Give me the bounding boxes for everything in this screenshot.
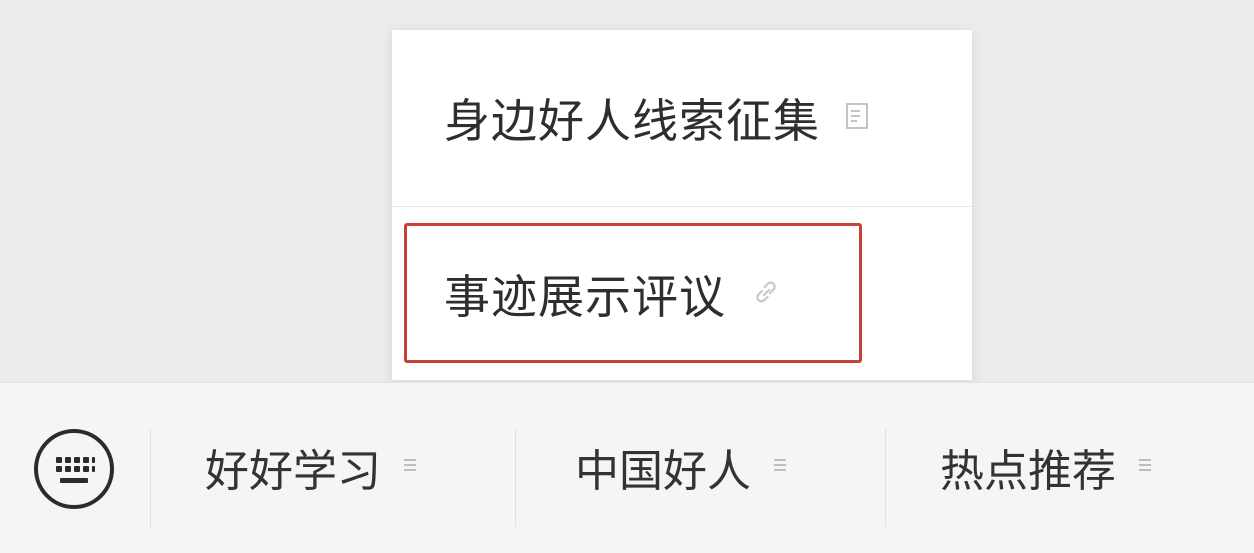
menu-button-label: 中国好人 [575,446,751,497]
submenu-item-label: 事迹展示评议 [444,269,726,324]
keyboard-icon [32,429,116,515]
bar-divider [150,429,151,527]
menu-lines-icon [773,457,787,477]
link-icon [752,278,780,310]
submenu-item-label: 身边好人线索征集 [444,94,820,148]
menu-lines-icon [403,457,417,477]
menu-button-good-people[interactable]: 中国好人 [575,419,787,515]
chat-screen: 身边好人线索征集 事迹展示评议 好好学习 中国好人 热点推荐 [0,0,1254,553]
submenu-popup: 身边好人线索征集 事迹展示评议 [392,30,972,380]
menu-button-label: 热点推荐 [940,446,1116,497]
menu-button-study[interactable]: 好好学习 [205,419,417,515]
menu-button-label: 好好学习 [205,446,381,497]
bottom-menu-bar: 好好学习 中国好人 热点推荐 [0,382,1254,553]
bar-divider [515,429,516,527]
submenu-item-deeds-review[interactable]: 事迹展示评议 [392,207,972,380]
document-icon [846,103,868,133]
bar-divider [885,429,886,527]
menu-lines-icon [1138,457,1152,477]
menu-button-hot-recommend[interactable]: 热点推荐 [940,419,1152,515]
keyboard-toggle-button[interactable] [32,427,116,511]
submenu-item-clue-collection[interactable]: 身边好人线索征集 [392,30,972,206]
